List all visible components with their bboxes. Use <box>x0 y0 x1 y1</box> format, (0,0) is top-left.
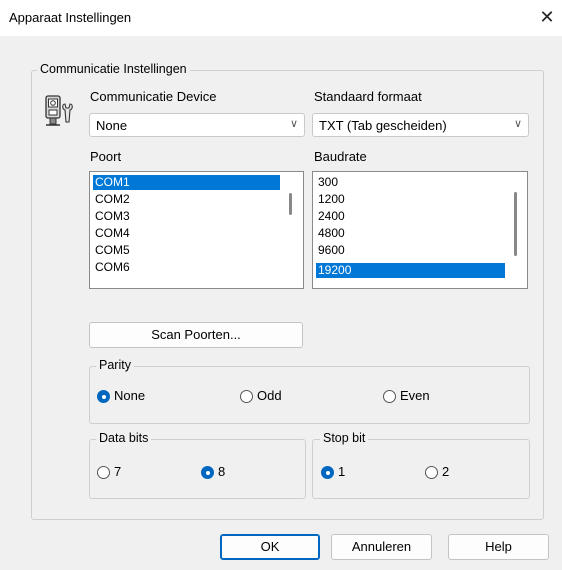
baud-item-1200[interactable]: 1200 <box>316 192 345 207</box>
cancel-button[interactable]: Annuleren <box>331 534 432 560</box>
stop-bit-1-radio[interactable] <box>321 466 334 479</box>
port-item-com4[interactable]: COM4 <box>93 226 130 241</box>
parity-none-label[interactable]: None <box>114 388 145 403</box>
parity-legend: Parity <box>96 358 134 372</box>
device-select-value: None <box>96 118 128 133</box>
port-item-com3[interactable]: COM3 <box>93 209 130 224</box>
data-bits-7-radio[interactable] <box>97 466 110 479</box>
serial-device-icon <box>44 94 78 130</box>
port-item-com6[interactable]: COM6 <box>93 260 130 275</box>
baud-listbox[interactable]: 300 1200 2400 4800 9600 19200 <box>312 171 528 289</box>
parity-even-label[interactable]: Even <box>400 388 430 403</box>
parity-none-radio[interactable] <box>97 390 110 403</box>
baud-label: Baudrate <box>314 149 367 164</box>
data-bits-7-label[interactable]: 7 <box>114 464 121 479</box>
stop-bit-2-label[interactable]: 2 <box>442 464 449 479</box>
port-item-com5[interactable]: COM5 <box>93 243 130 258</box>
chevron-down-icon: ∨ <box>289 118 298 130</box>
scan-ports-button[interactable]: Scan Poorten... <box>89 322 303 348</box>
baud-item-19200[interactable]: 19200 <box>316 263 505 278</box>
data-bits-8-radio[interactable] <box>201 466 214 479</box>
ok-button[interactable]: OK <box>220 534 320 560</box>
port-label: Poort <box>90 149 122 164</box>
format-select-value: TXT (Tab gescheiden) <box>319 118 447 133</box>
stop-bit-1-label[interactable]: 1 <box>338 464 345 479</box>
port-item-com2[interactable]: COM2 <box>93 192 130 207</box>
baud-item-9600[interactable]: 9600 <box>316 243 345 258</box>
device-label: Communicatie Device <box>90 89 217 104</box>
close-icon[interactable]: ✕ <box>536 6 558 28</box>
format-label: Standaard formaat <box>314 89 422 104</box>
format-select[interactable]: TXT (Tab gescheiden) ∨ <box>312 113 529 137</box>
port-scrollbar-thumb[interactable] <box>289 193 292 215</box>
data-bits-group <box>89 439 306 499</box>
window-title: Apparaat Instellingen <box>9 10 132 25</box>
help-button[interactable]: Help <box>448 534 549 560</box>
stop-bit-legend: Stop bit <box>320 431 369 445</box>
device-select[interactable]: None ∨ <box>89 113 305 137</box>
stop-bit-2-radio[interactable] <box>425 466 438 479</box>
baud-item-300[interactable]: 300 <box>316 175 338 190</box>
baud-scrollbar-thumb[interactable] <box>514 192 517 256</box>
communication-settings-legend: Communicatie Instellingen <box>37 62 190 76</box>
parity-even-radio[interactable] <box>383 390 396 403</box>
port-item-com1[interactable]: COM1 <box>93 175 280 190</box>
port-listbox[interactable]: COM1 COM2 COM3 COM4 COM5 COM6 <box>89 171 304 289</box>
parity-odd-label[interactable]: Odd <box>257 388 282 403</box>
baud-item-4800[interactable]: 4800 <box>316 226 345 241</box>
data-bits-legend: Data bits <box>96 431 152 445</box>
data-bits-8-label[interactable]: 8 <box>218 464 225 479</box>
parity-group <box>89 366 530 424</box>
chevron-down-icon: ∨ <box>513 118 522 130</box>
baud-item-2400[interactable]: 2400 <box>316 209 345 224</box>
parity-odd-radio[interactable] <box>240 390 253 403</box>
